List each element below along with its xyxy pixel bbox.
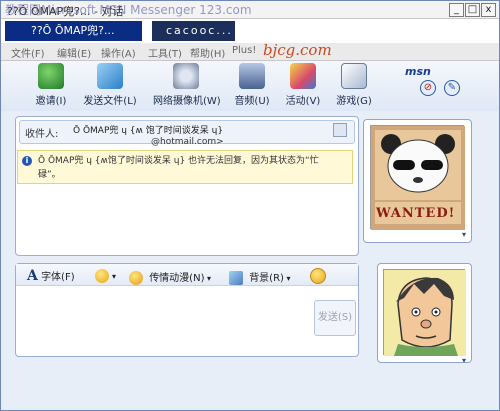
menu-plus[interactable]: Plus!: [232, 45, 256, 56]
conversation-tabs: ??Ȏ ȎMAP兜?... cacooc...: [1, 19, 499, 43]
message-input[interactable]: [21, 289, 309, 351]
my-avatar[interactable]: [383, 269, 466, 356]
my-avatar-frame: ▾: [377, 263, 472, 365]
maximize-button[interactable]: □: [465, 3, 480, 17]
menu-bar: 文件(F) 编辑(E) 操作(A) 工具(T) 帮助(H) Plus! bjcg…: [1, 41, 499, 61]
activities-button[interactable]: 活动(V): [283, 63, 323, 107]
tab-label: cacooc...: [166, 24, 233, 37]
games-label: 游戏(G): [336, 96, 372, 107]
cards-icon: [341, 63, 367, 89]
watermark-site: bjcg.com: [263, 41, 332, 59]
background-icon: [229, 271, 243, 285]
webcam-button[interactable]: 网络摄像机(W): [153, 63, 221, 107]
font-icon: A: [27, 268, 38, 284]
info-icon: i: [22, 156, 32, 166]
invite-label: 邀请(I): [35, 96, 67, 107]
block-icon[interactable]: ⊘: [420, 80, 436, 96]
cartoon-face-image: [384, 270, 466, 356]
font-button[interactable]: A 字体(F): [27, 268, 75, 284]
menu-edit[interactable]: 编辑(E): [57, 45, 91, 60]
activities-label: 活动(V): [285, 96, 321, 107]
wink-icon: [129, 271, 143, 285]
audio-button[interactable]: 音频(U): [231, 63, 273, 107]
send-file-label: 发送文件(L): [83, 96, 137, 107]
headset-icon: [239, 63, 265, 89]
send-file-icon: [97, 63, 123, 89]
close-button[interactable]: x: [481, 3, 496, 17]
to-label: 收件人:: [25, 129, 59, 140]
recipient-name: Ȏ ȎMAP兜 ɥ {ʍ 饱了时间谈发呆 ɥ}: [73, 126, 224, 136]
menu-actions[interactable]: 操作(A): [101, 45, 136, 60]
send-button[interactable]: 发送(S): [314, 300, 356, 336]
busy-notice: i Ȏ ȎMAP兜 ɥ {ʍ饱了时间谈发呆 ɥ} 也许无法回复，因为其状态为“忙…: [17, 150, 353, 184]
tab-conversation-1[interactable]: ??Ȏ ȎMAP兜?...: [5, 21, 142, 41]
winks-label: 传情动漫(N): [149, 273, 205, 284]
wanted-caption: WANTED!: [376, 206, 456, 221]
title-bar: ??Ȏ ȎMAP兜?... - 对话 教程网Microsoft MSN Mess…: [1, 1, 499, 19]
menu-tools[interactable]: 工具(T): [148, 45, 182, 60]
chevron-down-icon[interactable]: ▾: [462, 356, 466, 365]
menu-file[interactable]: 文件(F): [11, 45, 45, 60]
font-label: 字体(F): [41, 272, 75, 283]
webcam-label: 网络摄像机(W): [153, 96, 221, 107]
winks-button[interactable]: 传情动漫(N) ▾: [129, 269, 211, 285]
recipient-email: @hotmail.com>: [151, 137, 224, 147]
activities-icon: [290, 63, 316, 89]
tab-conversation-2[interactable]: cacooc...: [152, 21, 235, 41]
games-button[interactable]: 游戏(G): [333, 63, 375, 107]
chevron-down-icon: ▾: [112, 272, 117, 281]
webcam-icon: [173, 63, 199, 89]
invite-button[interactable]: 邀请(I): [29, 63, 73, 107]
chevron-down-icon[interactable]: ▾: [462, 230, 466, 239]
minimize-button[interactable]: _: [449, 3, 464, 17]
nudge-button[interactable]: [310, 268, 329, 284]
watermark-text: 教程网Microsoft MSN Messenger 123.com: [5, 3, 252, 17]
background-label: 背景(R): [249, 273, 284, 284]
msn-logo: msn: [405, 65, 431, 78]
people-icon: [38, 63, 64, 89]
send-file-button[interactable]: 发送文件(L): [83, 63, 137, 107]
messenger-window: ??Ȏ ȎMAP兜?... - 对话 教程网Microsoft MSN Mess…: [0, 0, 500, 411]
busy-notice-text: Ȏ ȎMAP兜 ɥ {ʍ饱了时间谈发呆 ɥ} 也许无法回复，因为其状态为“忙碌”…: [38, 156, 319, 180]
smiley-icon: [95, 269, 109, 283]
recipient-status-icon: [333, 123, 347, 137]
emoticon-button[interactable]: ▾: [95, 269, 116, 283]
contact-avatar-frame: WANTED! ▾: [363, 119, 472, 243]
tab-label: ??Ȏ ȎMAP兜?...: [31, 24, 115, 37]
chevron-down-icon: ▾: [283, 274, 291, 283]
chevron-down-icon: ▾: [204, 274, 212, 283]
contact-card-icon[interactable]: ✎: [444, 80, 460, 96]
nudge-icon: [310, 268, 326, 284]
background-button[interactable]: 背景(R) ▾: [229, 269, 291, 285]
menu-help[interactable]: 帮助(H): [190, 45, 225, 60]
audio-label: 音频(U): [234, 96, 270, 107]
